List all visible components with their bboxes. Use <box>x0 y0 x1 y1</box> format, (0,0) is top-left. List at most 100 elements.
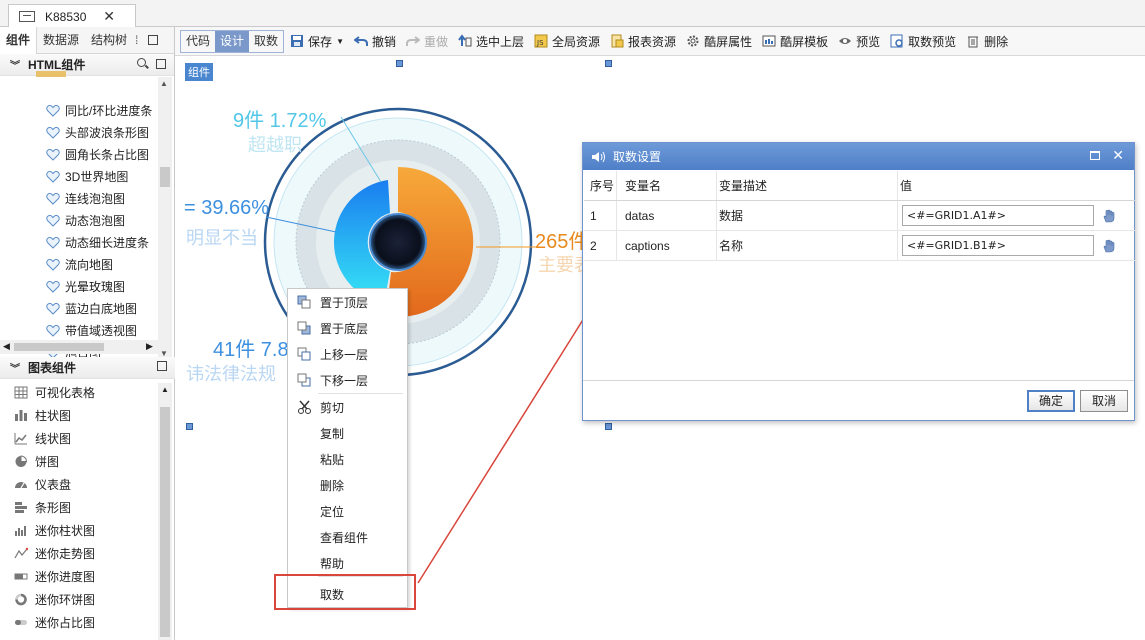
scrollbar-thumb[interactable] <box>160 167 170 187</box>
close-icon[interactable]: ✕ <box>103 8 115 25</box>
eye-icon <box>839 38 852 44</box>
list-item[interactable]: 蓝边白底地图 <box>0 297 158 319</box>
list-item[interactable]: 同比/环比进度条 <box>0 99 158 121</box>
list-item[interactable]: 连线泡泡图 <box>0 187 158 209</box>
list-item[interactable]: 线状图 <box>0 427 175 450</box>
list-item[interactable]: 光晕玫瑰图 <box>0 275 158 297</box>
list-item[interactable]: 头部波浪条形图 <box>0 121 158 143</box>
list-item-label: 带值域透视图 <box>65 323 138 338</box>
mode-fetch-button[interactable]: 取数 <box>249 31 283 52</box>
chart-list-scrollbar[interactable]: ▲ <box>158 383 172 640</box>
scrollbar-thumb[interactable] <box>160 407 170 637</box>
list-item[interactable]: 柱状图 <box>0 404 175 427</box>
hand-pointer-icon[interactable] <box>1102 209 1116 223</box>
hand-pointer-icon[interactable] <box>1102 239 1116 253</box>
list-item[interactable]: 迷你进度图 <box>0 565 175 588</box>
chevron-down-icon[interactable]: ︾ <box>10 360 20 375</box>
list-item[interactable]: 饼图 <box>0 450 175 473</box>
list-item[interactable]: 条形图 <box>0 496 175 519</box>
mode-code-button[interactable]: 代码 <box>181 31 215 52</box>
report-resources-button[interactable]: 报表资源 <box>610 33 676 50</box>
menu-locate[interactable]: 定位 <box>288 498 407 524</box>
list-item[interactable]: 迷你柱状图 <box>0 519 175 542</box>
menu-move-down[interactable]: 下移一层 <box>288 367 407 393</box>
row-var-name: captions <box>617 231 717 260</box>
screen-properties-button[interactable]: 酷屏属性 <box>686 33 752 50</box>
maximize-icon[interactable] <box>157 361 167 371</box>
list-item[interactable]: 动态泡泡图 <box>0 209 158 231</box>
html-list-scrollbar[interactable]: ▲ ▼ <box>158 77 172 367</box>
search-icon[interactable] <box>137 58 148 69</box>
list-item[interactable]: 流向地图 <box>0 253 158 275</box>
list-item[interactable]: 可视化表格 <box>0 381 175 404</box>
dropdown-arrow-icon[interactable]: ▼ <box>336 37 344 46</box>
menu-move-up[interactable]: 上移一层 <box>288 341 407 367</box>
label-right-value: 265件 <box>535 231 589 253</box>
mode-design-button[interactable]: 设计 <box>215 30 250 52</box>
close-icon[interactable]: ✕ <box>1112 148 1124 162</box>
menu-cut[interactable]: 剪切 <box>288 394 407 420</box>
undo-button[interactable]: 撤销 <box>353 33 396 50</box>
list-item[interactable]: 动态细长进度条 <box>0 231 158 253</box>
list-item-label: 光晕玫瑰图 <box>65 279 126 294</box>
table-row[interactable]: 2 captions 名称 <#=GRID1.B1#> <box>584 231 1135 261</box>
undo-icon <box>353 36 368 46</box>
resize-handle[interactable] <box>186 423 193 430</box>
col-header-value-label: 值 <box>900 179 913 193</box>
bring-to-front-icon <box>297 295 311 309</box>
tab-components[interactable]: 组件 <box>0 26 38 54</box>
send-to-back-icon <box>297 321 311 335</box>
menu-bring-to-front[interactable]: 置于顶层 <box>288 289 407 315</box>
list-item[interactable]: 仪表盘 <box>0 473 175 496</box>
report-resources-label: 报表资源 <box>628 34 677 49</box>
maximize-icon[interactable] <box>148 35 159 45</box>
global-resources-button[interactable]: JS 全局资源 <box>534 33 600 50</box>
html-components-header[interactable]: ︾ HTML组件 <box>0 54 174 76</box>
menu-help[interactable]: 帮助 <box>288 550 407 576</box>
menu-copy[interactable]: 复制 <box>288 420 407 446</box>
list-item[interactable]: 带值域透视图 <box>0 319 158 341</box>
hscrollbar-thumb[interactable] <box>14 343 104 351</box>
select-parent-button[interactable]: 选中上层 <box>458 33 524 50</box>
value-input[interactable]: <#=GRID1.A1#> <box>902 205 1094 226</box>
list-item[interactable]: 迷你环饼图 <box>0 588 175 611</box>
resize-handle[interactable] <box>605 60 612 67</box>
save-button[interactable]: 保存 ▼ <box>290 33 344 50</box>
list-item[interactable]: 迷你走势图 <box>0 542 175 565</box>
scroll-right-icon[interactable]: ▶ <box>146 341 153 352</box>
menu-send-to-back[interactable]: 置于底层 <box>288 315 407 341</box>
pin-icon[interactable]: ⁞ <box>135 33 138 47</box>
label-top-value: 9件 1.72% <box>233 110 327 132</box>
maximize-icon[interactable] <box>156 58 166 69</box>
list-item[interactable]: 3D世界地图 <box>0 165 158 187</box>
table-row[interactable]: 1 datas 数据 <#=GRID1.A1#> <box>584 201 1135 231</box>
dialog-titlebar[interactable]: 取数设置 ✕ <box>583 143 1134 170</box>
tab-structure-tree[interactable]: 结构树 <box>85 27 133 54</box>
html-list-hscrollbar[interactable]: ◀ ▶ <box>0 340 158 354</box>
scroll-up-icon[interactable]: ▲ <box>160 79 168 88</box>
data-preview-button[interactable]: 取数预览 <box>890 33 956 50</box>
html-components-list: 同比/环比进度条头部波浪条形图圆角长条占比图 3D世界地图 连线泡泡图 动态泡泡图 动态… <box>0 99 158 367</box>
cancel-button[interactable]: 取消 <box>1080 390 1128 412</box>
ok-button[interactable]: 确定 <box>1027 390 1075 412</box>
component-icon <box>46 258 60 271</box>
menu-paste[interactable]: 粘贴 <box>288 446 407 472</box>
scroll-up-icon[interactable]: ▲ <box>161 385 169 394</box>
screen-template-button[interactable]: 酷屏模板 <box>762 33 828 50</box>
list-item[interactable]: 迷你占比图 <box>0 611 175 634</box>
list-item-label: 头部波浪条形图 <box>65 125 150 140</box>
preview-button[interactable]: 预览 <box>838 33 880 50</box>
list-item[interactable]: 圆角长条占比图 <box>0 143 158 165</box>
chevron-down-icon[interactable]: ︾ <box>10 57 20 72</box>
chart-components-header[interactable]: ︾ 图表组件 <box>0 357 175 379</box>
menu-view-component[interactable]: 查看组件 <box>288 524 407 550</box>
menu-delete[interactable]: 删除 <box>288 472 407 498</box>
value-input[interactable]: <#=GRID1.B1#> <box>902 235 1094 256</box>
redo-button[interactable]: 重做 <box>406 33 448 50</box>
delete-button[interactable]: 删除 <box>966 33 1008 50</box>
tab-datasource[interactable]: 数据源 <box>37 27 85 54</box>
maximize-icon[interactable] <box>1090 150 1101 160</box>
document-tab[interactable]: K88530 ✕ <box>8 4 136 28</box>
menu-label: 置于底层 <box>320 321 369 336</box>
scroll-left-icon[interactable]: ◀ <box>3 341 10 352</box>
